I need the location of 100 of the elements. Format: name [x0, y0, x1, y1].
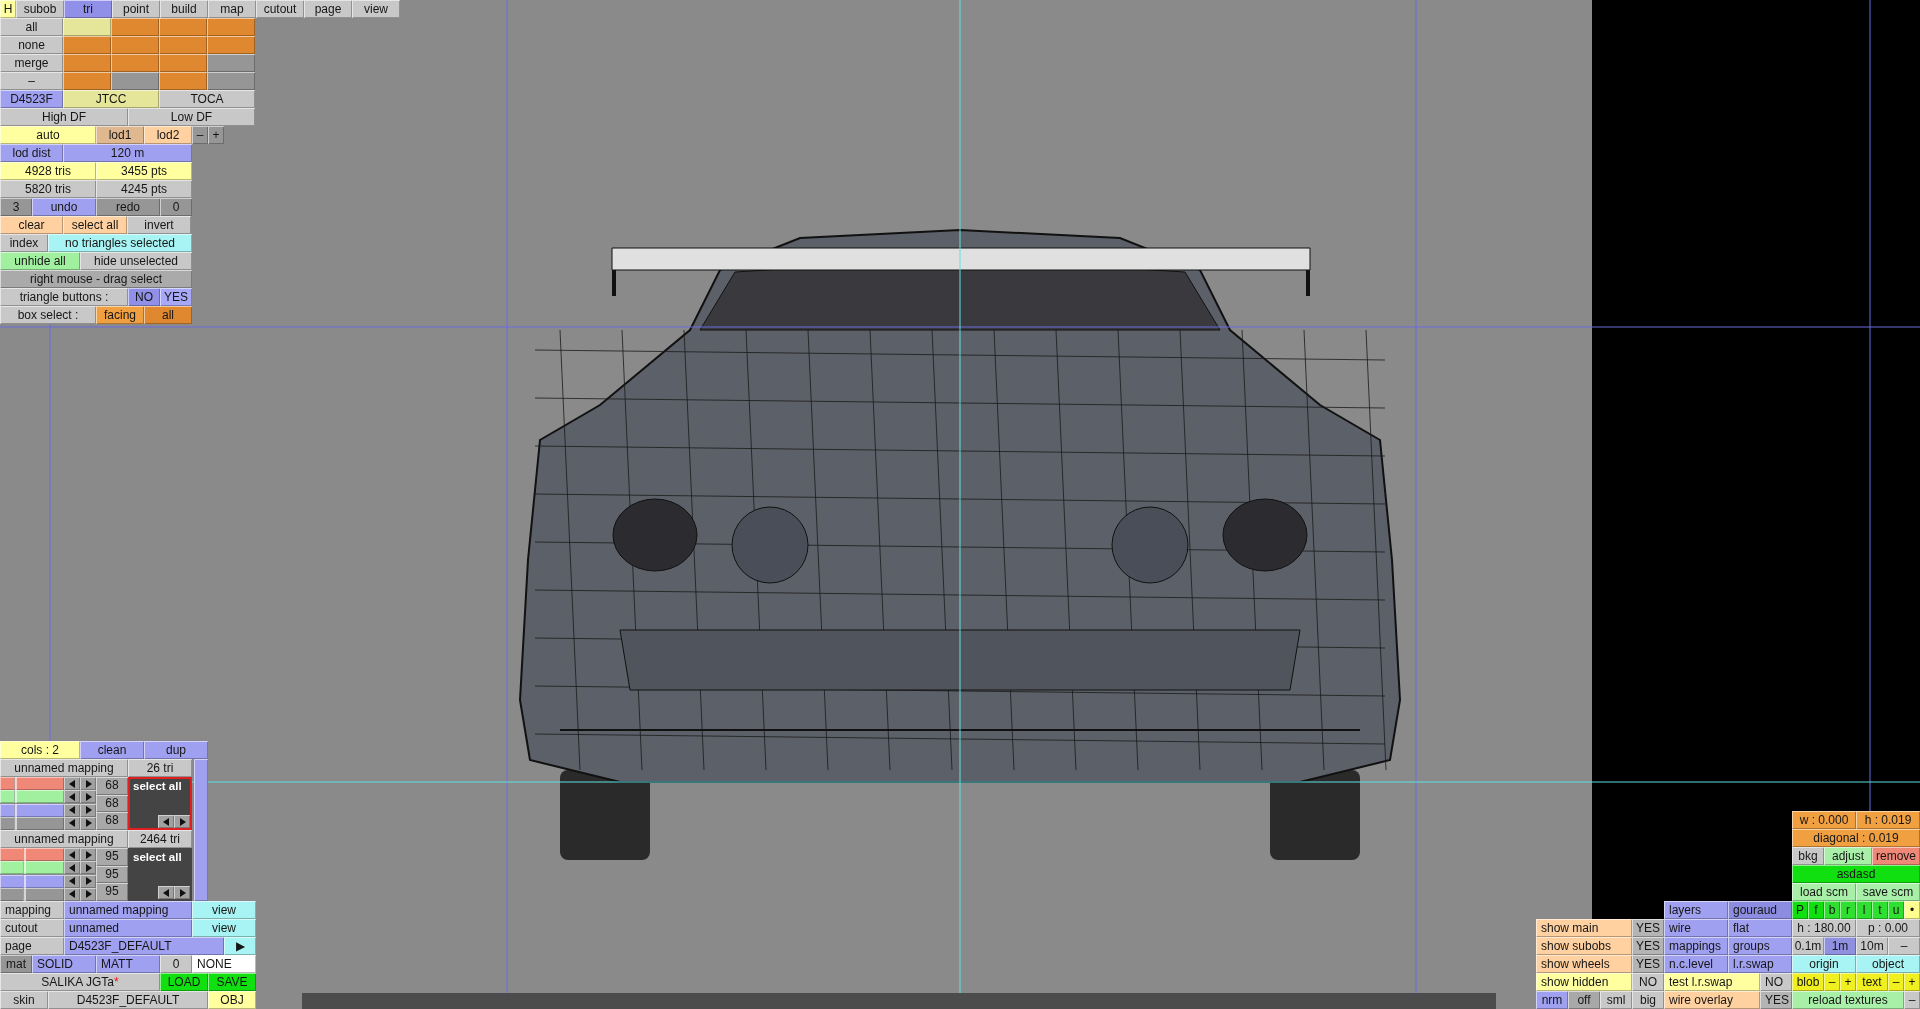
panel-button[interactable]: 0 — [160, 955, 192, 973]
left-arrow-button[interactable] — [64, 848, 80, 861]
left-arrow-button[interactable] — [158, 886, 174, 899]
panel-button[interactable]: skin — [0, 991, 48, 1009]
panel-button[interactable]: show main — [1536, 919, 1632, 937]
select-all-label[interactable]: select all — [133, 780, 182, 792]
mode-tab[interactable]: tri — [64, 0, 112, 18]
panel-button[interactable]: view — [192, 901, 256, 919]
panel-button[interactable]: index — [0, 234, 48, 252]
panel-button[interactable]: h : 180.00 — [1792, 919, 1856, 937]
right-arrow-button[interactable] — [80, 861, 96, 875]
panel-button[interactable]: right mouse - drag select — [0, 270, 192, 288]
mapping-preview[interactable]: select all — [128, 848, 192, 901]
slider-thumb[interactable] — [14, 816, 18, 830]
panel-button[interactable]: l.r.swap — [1728, 955, 1792, 973]
mapping-preview[interactable]: select all — [128, 777, 192, 830]
panel-button[interactable]: SALIKA JGTa* — [0, 973, 160, 991]
panel-button[interactable]: unhide all — [0, 252, 80, 270]
panel-button[interactable]: cols : 2 — [0, 741, 80, 759]
panel-button[interactable]: bkg — [1792, 847, 1824, 865]
scrollbar[interactable] — [194, 759, 208, 901]
left-arrow-button[interactable] — [64, 861, 80, 875]
mode-tab[interactable]: cutout — [256, 0, 304, 18]
right-arrow-button[interactable] — [80, 790, 96, 804]
right-arrow-button[interactable] — [80, 777, 96, 790]
panel-button[interactable]: flat — [1728, 919, 1792, 937]
slider-thumb[interactable] — [22, 861, 26, 875]
panel-button[interactable]: lod2 — [144, 126, 192, 144]
panel-button[interactable]: r — [1840, 901, 1856, 919]
panel-button[interactable]: diagonal : 0.019 — [1792, 829, 1920, 847]
mode-tab[interactable]: point — [112, 0, 160, 18]
panel-button[interactable]: clear — [0, 216, 63, 234]
panel-button[interactable]: reload textures — [1792, 991, 1904, 1009]
panel-button[interactable]: + — [1840, 973, 1856, 991]
panel-button[interactable]: dup — [144, 741, 208, 759]
panel-button[interactable]: test l.r.swap — [1664, 973, 1760, 991]
panel-button[interactable]: asdasd — [1792, 865, 1920, 883]
panel-button[interactable]: 3455 pts — [96, 162, 192, 180]
panel-button[interactable]: 4245 pts — [96, 180, 192, 198]
panel-button[interactable]: save scm — [1856, 883, 1920, 901]
panel-button[interactable]: groups — [1728, 937, 1792, 955]
right-arrow-button[interactable] — [174, 815, 190, 828]
panel-button[interactable]: SAVE — [208, 973, 256, 991]
panel-button[interactable]: lod dist — [0, 144, 63, 162]
slider-thumb[interactable] — [14, 777, 18, 790]
panel-button[interactable]: • — [1904, 901, 1920, 919]
color-swatch[interactable] — [207, 72, 255, 90]
panel-button[interactable]: unnamed mapping — [64, 901, 192, 919]
panel-button[interactable]: 5820 tris — [0, 180, 96, 198]
panel-button[interactable]: redo — [96, 198, 160, 216]
panel-button[interactable]: 4928 tris — [0, 162, 96, 180]
panel-button[interactable]: object — [1856, 955, 1920, 973]
panel-button[interactable]: text — [1856, 973, 1888, 991]
panel-button[interactable]: remove — [1872, 847, 1920, 865]
panel-button[interactable]: l — [1856, 901, 1872, 919]
panel-button[interactable]: b — [1824, 901, 1840, 919]
panel-button[interactable]: + — [1904, 973, 1920, 991]
color-swatch[interactable] — [63, 36, 111, 54]
panel-button[interactable]: – — [0, 72, 63, 90]
panel-button[interactable]: YES — [160, 288, 192, 306]
panel-button[interactable]: – — [192, 126, 208, 144]
panel-button[interactable]: big — [1632, 991, 1664, 1009]
panel-button[interactable]: – — [1904, 991, 1920, 1009]
panel-button[interactable]: hide unselected — [80, 252, 192, 270]
panel-button[interactable]: – — [1888, 937, 1920, 955]
panel-button[interactable]: Low DF — [128, 108, 255, 126]
color-slider[interactable] — [0, 790, 64, 804]
panel-button[interactable]: blob — [1792, 973, 1824, 991]
slider-thumb[interactable] — [22, 848, 26, 861]
panel-button[interactable]: triangle buttons : — [0, 288, 128, 306]
panel-button[interactable]: YES — [1632, 955, 1664, 973]
color-swatch[interactable] — [159, 72, 207, 90]
panel-button[interactable]: undo — [32, 198, 96, 216]
panel-button[interactable]: sml — [1600, 991, 1632, 1009]
color-swatch[interactable] — [111, 36, 159, 54]
panel-button[interactable]: merge — [0, 54, 63, 72]
panel-button[interactable]: origin — [1792, 955, 1856, 973]
panel-button[interactable]: wire overlay — [1664, 991, 1760, 1009]
panel-button[interactable]: no triangles selected — [48, 234, 192, 252]
panel-button[interactable]: n.c.level — [1664, 955, 1728, 973]
panel-button[interactable]: 10m — [1856, 937, 1888, 955]
color-swatch[interactable] — [63, 54, 111, 72]
panel-button[interactable]: show wheels — [1536, 955, 1632, 973]
color-swatch[interactable] — [207, 36, 255, 54]
color-slider[interactable] — [0, 861, 64, 875]
left-arrow-button[interactable] — [158, 815, 174, 828]
panel-button[interactable]: NO — [128, 288, 160, 306]
panel-button[interactable]: – — [1824, 973, 1840, 991]
panel-button[interactable]: mappings — [1664, 937, 1728, 955]
slider-thumb[interactable] — [14, 803, 18, 817]
color-slider[interactable] — [0, 777, 64, 790]
panel-button[interactable]: auto — [0, 126, 96, 144]
panel-button[interactable]: page — [0, 937, 64, 955]
panel-button[interactable]: 120 m — [63, 144, 192, 162]
panel-button[interactable]: YES — [1632, 937, 1664, 955]
panel-button[interactable]: show hidden — [1536, 973, 1632, 991]
panel-button[interactable]: cutout — [0, 919, 64, 937]
panel-button[interactable]: mat — [0, 955, 32, 973]
panel-button[interactable]: TOCA — [159, 90, 255, 108]
panel-button[interactable]: all — [0, 18, 63, 36]
